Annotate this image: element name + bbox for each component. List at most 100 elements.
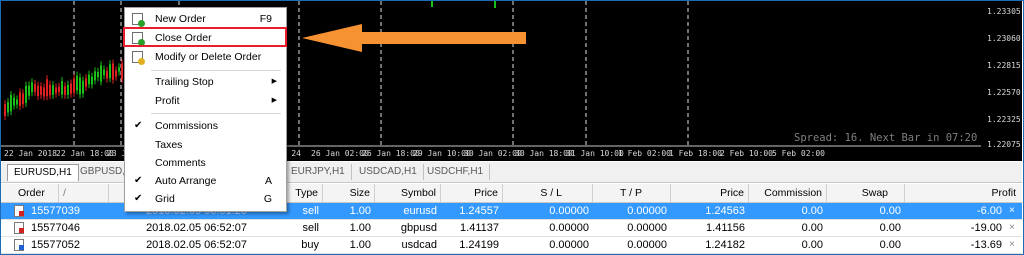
candle-body <box>52 85 54 95</box>
tab-usdchf-h1[interactable]: USDCHF,H1 <box>421 164 491 180</box>
close-order-icon[interactable]: × <box>1009 237 1015 253</box>
candle-body <box>97 71 99 78</box>
menu-item-new-order[interactable]: New Order F9 <box>125 10 284 28</box>
menu-item-label: New Order <box>155 13 206 25</box>
tab-eurjpy-h1[interactable]: EURJPY,H1 <box>285 164 352 180</box>
candle-body <box>88 74 90 85</box>
candle-body <box>76 75 78 91</box>
sort-indicator[interactable]: / <box>59 184 109 202</box>
menu-item-commissions[interactable]: ✔ Commissions <box>125 117 284 135</box>
candle-body <box>55 87 57 94</box>
swap: 0.00 <box>879 222 901 234</box>
column-header-order[interactable]: Order <box>1 184 59 202</box>
tab-eurusd-h1[interactable]: EURUSD,H1 <box>7 164 79 181</box>
stop-loss: 0.00000 <box>549 205 589 217</box>
menu-item-taxes[interactable]: Taxes <box>125 136 284 154</box>
take-profit: 0.00000 <box>627 205 667 217</box>
order-id: 15577039 <box>31 205 80 217</box>
column-header-stop-loss[interactable]: S / L <box>503 184 593 202</box>
order-type: sell <box>302 222 319 234</box>
modify-order-icon <box>132 51 145 65</box>
highlight-box <box>123 27 287 47</box>
price-label: 1.22075 <box>987 140 1021 149</box>
table-row[interactable]: 15577052 2018.02.05 06:52:07 buy 1.00 us… <box>1 237 1022 254</box>
menu-item-comments[interactable]: Comments <box>125 154 284 172</box>
candle-body <box>109 64 111 79</box>
column-header-open-price[interactable]: Price <box>441 184 503 202</box>
candle-body <box>46 79 48 97</box>
tab-usdcad-h1[interactable]: USDCAD,H1 <box>353 164 424 180</box>
take-profit: 0.00000 <box>627 222 667 234</box>
current-price: 1.41156 <box>706 222 745 234</box>
order-symbol: eurusd <box>403 205 437 217</box>
price-scale: 1.23305 1.23060 1.22815 1.22570 1.22325 … <box>981 1 1022 161</box>
menu-item-profit[interactable]: Profit ▶ <box>125 92 284 110</box>
candle-body <box>10 94 12 112</box>
order-size: 1.00 <box>349 205 371 217</box>
open-price: 1.24557 <box>459 205 499 217</box>
order-time: 2018.02.05 06:52:07 <box>146 239 247 251</box>
candle-body <box>49 84 51 96</box>
shortcut-label: F9 <box>259 13 272 25</box>
close-order-icon[interactable]: × <box>1009 220 1015 236</box>
column-header-profit[interactable]: Profit <box>905 184 1022 202</box>
column-header-symbol[interactable]: Symbol <box>375 184 441 202</box>
price-label: 1.22570 <box>987 88 1021 97</box>
column-header-size[interactable]: Size <box>323 184 375 202</box>
stop-loss: 0.00000 <box>549 239 589 251</box>
profit: -6.00 <box>976 205 1002 217</box>
candle-body <box>31 82 33 93</box>
table-row[interactable]: 15577046 2018.02.05 06:52:07 sell 1.00 g… <box>1 220 1022 237</box>
candle-body <box>7 102 9 113</box>
profit: -19.00 <box>970 222 1002 234</box>
column-header-current-price[interactable]: Price <box>671 184 749 202</box>
candle-body <box>494 1 496 8</box>
candle-body <box>43 87 45 97</box>
order-type: buy <box>301 239 319 251</box>
new-order-icon <box>132 13 145 27</box>
submenu-arrow-icon: ▶ <box>271 78 277 85</box>
candle-body <box>115 70 117 77</box>
order-type: sell <box>302 205 319 217</box>
price-label: 1.22815 <box>987 61 1021 70</box>
candle-body <box>79 77 81 95</box>
column-header-type[interactable]: Type <box>283 184 323 202</box>
candle-body <box>19 92 21 106</box>
time-label: 30 Jan 18:00 <box>515 149 573 158</box>
candle-body <box>13 97 15 106</box>
candle-body <box>22 93 24 105</box>
menu-item-label: Profit <box>155 95 180 107</box>
take-profit: 0.00000 <box>627 239 667 251</box>
sell-order-icon <box>14 205 24 217</box>
menu-separator <box>151 70 281 71</box>
menu-item-label: Comments <box>155 157 206 169</box>
order-time: 2018.02.05 06:52:07 <box>146 222 247 234</box>
candle-body <box>61 81 63 95</box>
candle-body <box>118 67 120 72</box>
close-order-icon[interactable]: × <box>1009 203 1015 219</box>
buy-order-icon <box>14 239 24 251</box>
column-header-commission[interactable]: Commission <box>749 184 827 202</box>
order-symbol: usdcad <box>401 239 437 251</box>
order-id: 15577046 <box>31 222 80 234</box>
candle-body <box>4 104 6 117</box>
column-header-take-profit[interactable]: T / P <box>593 184 671 202</box>
price-label: 1.22325 <box>987 115 1021 124</box>
order-symbol: gbpusd <box>400 222 437 234</box>
time-label: 30 Jan 02:00 <box>464 149 522 158</box>
candle-body <box>64 86 66 95</box>
menu-item-label: Taxes <box>155 139 183 151</box>
menu-item-auto-arrange[interactable]: ✔ Auto Arrange A <box>125 172 284 190</box>
shortcut-label: G <box>263 193 272 205</box>
menu-item-grid[interactable]: ✔ Grid G <box>125 190 284 208</box>
candle-body <box>25 85 27 103</box>
candle-body <box>431 1 433 7</box>
commission: 0.00 <box>801 205 823 217</box>
candle-body <box>112 63 114 80</box>
menu-item-trailing-stop[interactable]: Trailing Stop ▶ <box>125 73 284 91</box>
menu-item-modify-order[interactable]: Modify or Delete Order <box>125 48 284 66</box>
column-header-swap[interactable]: Swap <box>827 184 905 202</box>
order-size: 1.00 <box>349 239 371 251</box>
menu-item-label: Grid <box>155 193 175 205</box>
open-price: 1.24199 <box>459 239 499 251</box>
